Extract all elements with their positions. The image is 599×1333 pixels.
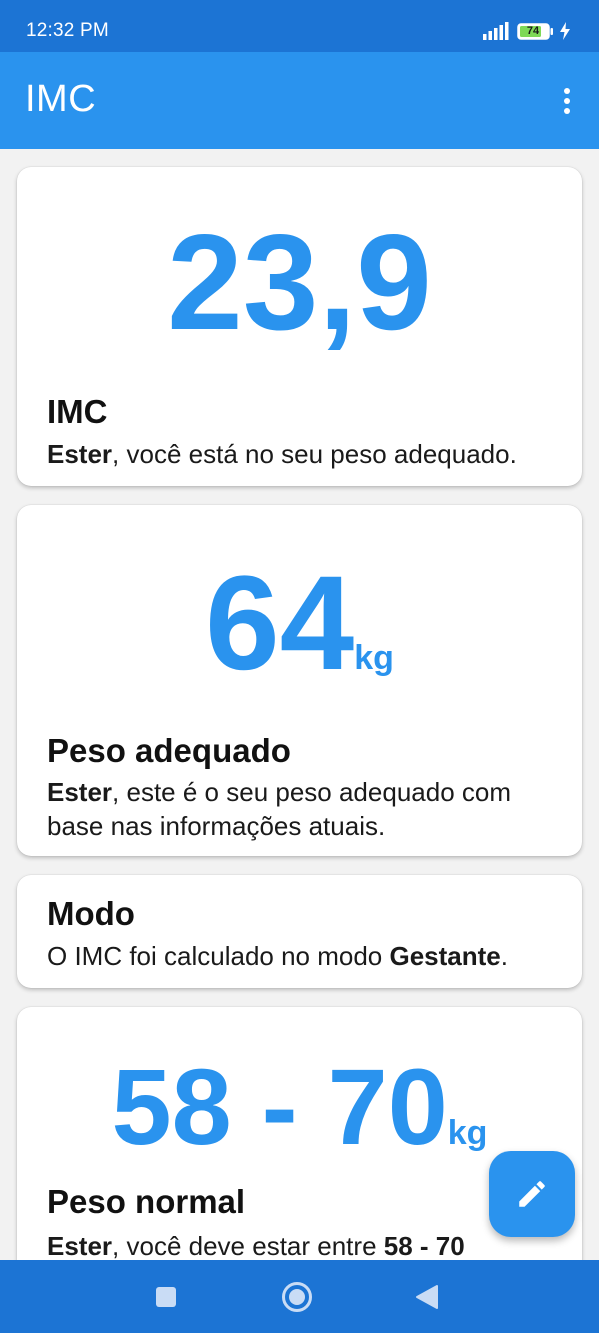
weight-message: Ester, este é o seu peso adequado com ba… xyxy=(47,775,562,843)
battery-level: 74 xyxy=(526,25,540,37)
weight-title: Peso adequado xyxy=(47,732,291,769)
imc-card: 23,9 IMC Ester, você está no seu peso ad… xyxy=(17,167,582,486)
imc-message-text: , você está no seu peso adequado. xyxy=(112,439,517,469)
screen: 12:32 PM 74 IMC 23,9 IMC Ester, você est… xyxy=(0,0,599,1333)
recents-button[interactable] xyxy=(149,1280,183,1314)
mode-text-after: . xyxy=(500,941,508,971)
user-name: Ester xyxy=(47,439,113,469)
normal-weight-value: 58 - 70 xyxy=(111,1046,448,1167)
app-bar: IMC xyxy=(0,52,599,149)
app-title: IMC xyxy=(25,78,97,120)
status-time: 12:32 PM xyxy=(26,20,109,41)
status-bar: 12:32 PM 74 xyxy=(0,0,599,52)
weight-message-text: , este é o seu peso adequado com base na… xyxy=(47,777,511,841)
normal-weight-title: Peso normal xyxy=(47,1183,246,1220)
signal-icon xyxy=(483,22,509,40)
weight-value: 64 xyxy=(205,549,355,698)
normal-weight-message: Ester, você deve estar entre 58 - 70 xyxy=(47,1229,562,1263)
imc-value: 23,9 xyxy=(167,206,432,358)
home-button[interactable] xyxy=(280,1280,314,1314)
battery-icon: 74 xyxy=(517,23,555,40)
back-triangle-icon xyxy=(416,1285,438,1309)
normal-weight-range: 58 - 70 xyxy=(383,1231,465,1261)
edit-pencil-icon xyxy=(519,1181,545,1207)
weight-value-row: 64kg xyxy=(17,549,582,733)
status-icons: 74 xyxy=(461,22,571,42)
mode-message: O IMC foi calculado no modo Gestante. xyxy=(47,939,562,973)
user-name: Ester xyxy=(47,1231,113,1261)
mode-text-before: O IMC foi calculado no modo xyxy=(47,941,390,971)
user-name: Ester xyxy=(47,777,113,807)
edit-button[interactable] xyxy=(489,1151,575,1237)
home-circle-icon xyxy=(282,1282,312,1312)
back-button[interactable] xyxy=(410,1280,444,1314)
mode-value: Gestante xyxy=(389,941,501,971)
imc-title: IMC xyxy=(47,393,108,430)
weight-unit: kg xyxy=(354,639,394,677)
nav-bar xyxy=(0,1260,599,1333)
normal-weight-message-text: , você deve estar entre xyxy=(112,1231,384,1261)
weight-card: 64kg Peso adequado Ester, este é o seu p… xyxy=(17,505,582,856)
imc-message: Ester, você está no seu peso adequado. xyxy=(47,437,562,471)
bolt-icon xyxy=(560,22,570,40)
more-vert-icon[interactable] xyxy=(557,84,577,118)
recents-square-icon xyxy=(156,1287,176,1307)
mode-title: Modo xyxy=(47,895,135,932)
mode-card: Modo O IMC foi calculado no modo Gestant… xyxy=(17,875,582,988)
normal-weight-unit: kg xyxy=(447,1114,488,1152)
